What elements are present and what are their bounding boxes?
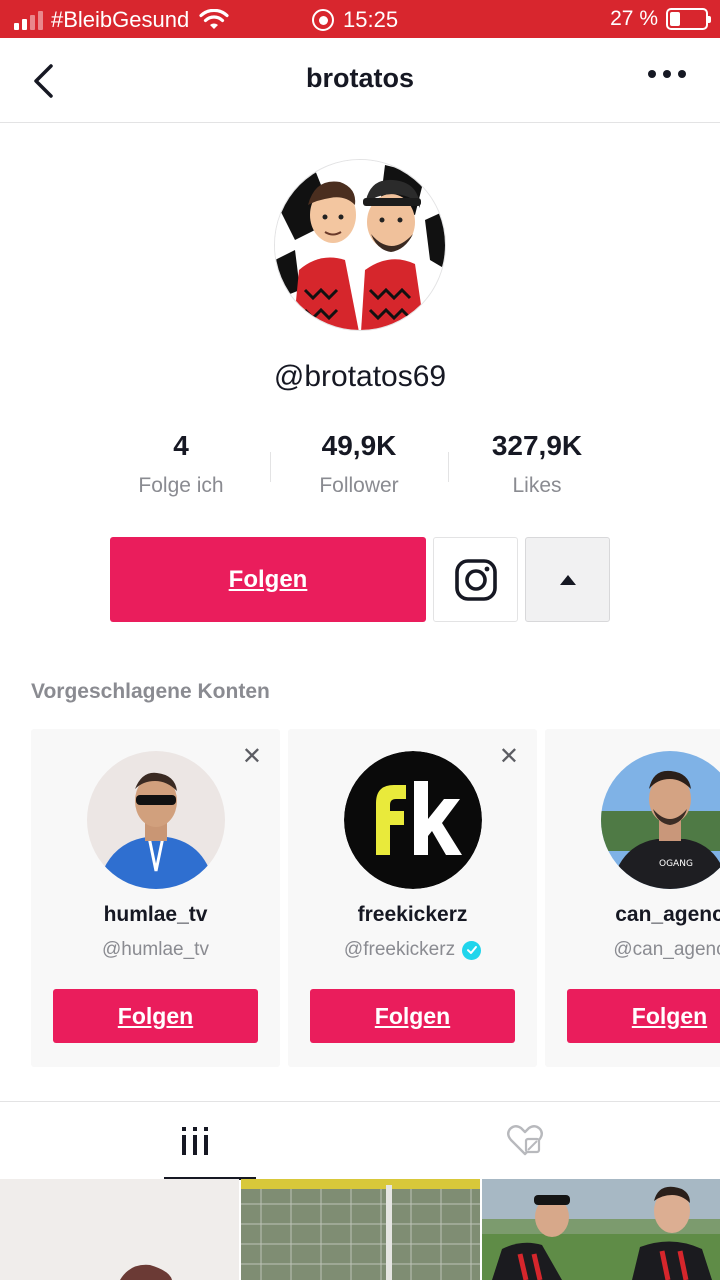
suggestion-name[interactable]: freekickerz (288, 903, 537, 927)
status-center: 15:25 (312, 7, 398, 33)
close-icon[interactable]: ✕ (242, 745, 262, 769)
stat-likes[interactable]: 327,9K Likes (448, 428, 626, 508)
suggestions-toggle-button[interactable] (525, 537, 610, 622)
suggestion-card[interactable]: ✕ humlae_tv @humlae_tv Folgen (31, 729, 280, 1067)
svg-text:OGANG: OGANG (659, 859, 693, 869)
carrier-label: #BleibGesund (51, 7, 190, 32)
wifi-icon (199, 9, 229, 29)
suggestion-avatar[interactable] (344, 751, 482, 889)
battery-icon (666, 8, 711, 30)
thumbnail-image (241, 1179, 480, 1280)
status-bar: #BleibGesund 15:25 27 % (0, 0, 720, 38)
stat-label: Follower (319, 474, 399, 497)
video-thumbnail[interactable] (482, 1179, 720, 1280)
thumbnail-image (0, 1179, 239, 1280)
thumbnail-image (482, 1179, 720, 1280)
suggestion-name[interactable]: humlae_tv (31, 903, 280, 927)
battery-percent: 27 % (610, 7, 658, 30)
more-dots-icon[interactable] (648, 70, 686, 78)
avatar-photo: OGANG (601, 751, 720, 889)
stat-value: 327,9K (491, 430, 583, 461)
instagram-icon (454, 558, 497, 601)
tab-liked[interactable] (345, 1102, 705, 1180)
status-right: 27 % (610, 7, 711, 31)
freekickerz-logo-icon (344, 751, 482, 889)
stat-label: Likes (512, 474, 562, 497)
suggested-accounts-title: Vorgeschlagene Konten (31, 680, 270, 703)
instagram-button[interactable] (433, 537, 518, 622)
stat-followers[interactable]: 49,9K Follower (270, 428, 448, 508)
suggested-accounts-carousel[interactable]: ✕ humlae_tv @humlae_tv Folgen ✕ freekick… (31, 729, 720, 1069)
tab-videos[interactable] (15, 1102, 375, 1180)
suggestion-follow-button[interactable]: Folgen (53, 989, 258, 1043)
follow-button[interactable]: Folgen (110, 537, 426, 622)
stat-value: 4 (173, 430, 189, 461)
suggestion-card[interactable]: ✕ freekickerz @freekickerz Folgen (288, 729, 537, 1067)
page-title: brotatos (306, 63, 414, 93)
username-text: @can_agenc (613, 939, 720, 960)
videos-grid-icon (182, 1127, 208, 1155)
suggestion-username: @can_agenc (545, 939, 720, 961)
profile-stats: 4 Folge ich 49,9K Follower 327,9K Likes (92, 428, 628, 508)
video-thumbnail[interactable] (241, 1179, 480, 1280)
suggestion-card[interactable]: OGANG can_agenc @can_agenc Folgen (545, 729, 720, 1067)
stat-value: 49,9K (321, 430, 397, 461)
avatar-illustration (275, 160, 445, 330)
signal-icon (14, 10, 43, 30)
suggestion-avatar[interactable] (87, 751, 225, 889)
profile-handle: @brotatos69 (273, 360, 447, 393)
profile-avatar[interactable] (274, 159, 446, 331)
video-thumbnail[interactable] (0, 1179, 239, 1280)
verified-badge-icon (462, 940, 482, 960)
stat-label: Folge ich (138, 474, 224, 497)
suggestion-username: @freekickerz (288, 939, 537, 961)
nav-bar: brotatos (0, 38, 720, 123)
screen-record-icon (312, 9, 334, 31)
suggestion-avatar[interactable]: OGANG (601, 751, 720, 889)
stat-following[interactable]: 4 Folge ich (92, 428, 270, 508)
status-time: 15:25 (343, 7, 399, 32)
username-text: @humlae_tv (102, 939, 209, 960)
video-grid (0, 1179, 720, 1280)
username-text: @freekickerz (343, 939, 456, 960)
avatar-photo (87, 751, 225, 889)
status-left: #BleibGesund (14, 7, 229, 33)
close-icon[interactable]: ✕ (499, 745, 519, 769)
suggestion-follow-button[interactable]: Folgen (310, 989, 515, 1043)
suggestion-follow-button[interactable]: Folgen (567, 989, 720, 1043)
liked-videos-icon (507, 1125, 543, 1156)
suggestion-name[interactable]: can_agenc (545, 903, 720, 927)
profile-tabs (0, 1101, 720, 1180)
caret-up-icon (559, 574, 576, 585)
suggestion-username: @humlae_tv (31, 939, 280, 961)
